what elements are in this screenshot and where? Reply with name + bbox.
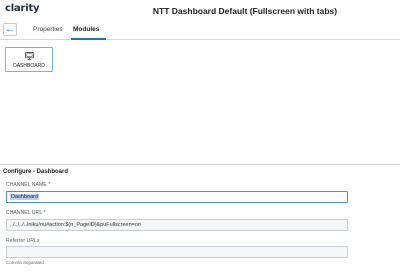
channel-url-label: CHANNEL URL * [6,210,46,216]
app-header: clarity NTT Dashboard Default (Fullscree… [0,0,400,20]
channel-url-value: ../../../../niku/nu#action:$(n_PageID)&p… [10,222,142,228]
referrer-urls-hint: Comma Separated [6,260,44,265]
tab-bar: ← Properties Modules [0,20,400,40]
configure-panel: Configure - Dashboard CHANNEL NAME * Das… [0,164,400,280]
required-mark: * [48,182,51,188]
channel-name-input[interactable]: Dashboard [6,191,348,203]
channel-name-label: CHANNEL NAME * [6,182,50,188]
module-card-dashboard[interactable]: DASHBOARD [5,47,53,72]
active-tab-indicator [71,38,106,40]
arrow-left-icon: ← [5,23,15,35]
referrer-urls-input[interactable] [6,246,348,258]
channel-name-label-text: CHANNEL NAME [6,182,47,188]
required-mark: * [43,210,46,216]
channel-url-input[interactable]: ../../../../niku/nu#action:$(n_PageID)&p… [6,219,348,231]
channel-name-value: Dashboard [10,194,39,200]
channel-url-label-text: CHANNEL URL [6,210,43,216]
referrer-urls-label: Referrer URLs [6,238,40,244]
dashboard-icon [25,52,34,60]
tab-modules[interactable]: Modules [73,26,99,33]
configure-title: Configure - Dashboard [3,169,69,175]
page-title: NTT Dashboard Default (Fullscreen with t… [152,6,338,16]
module-label: DASHBOARD [13,63,45,69]
back-button[interactable]: ← [3,23,17,36]
tab-properties[interactable]: Properties [33,26,63,33]
